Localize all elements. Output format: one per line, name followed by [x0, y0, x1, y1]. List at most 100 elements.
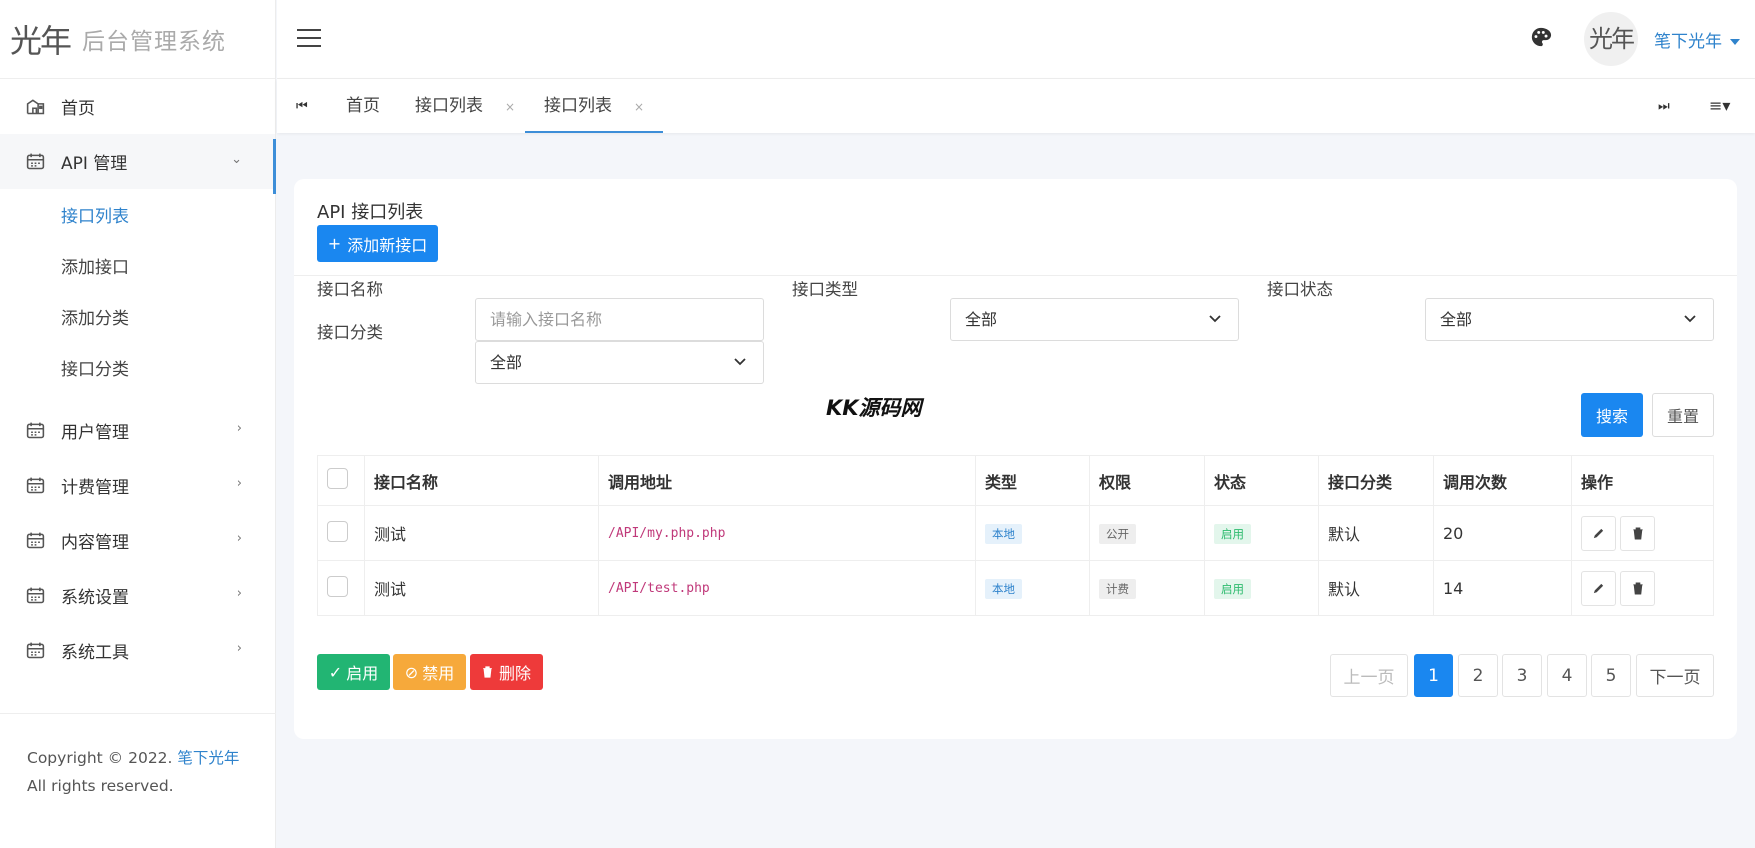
next-page-button[interactable]: 下一页 — [1636, 654, 1714, 697]
cell-status: 启用 — [1204, 560, 1319, 616]
sidebar-copyright: Copyright © 2022. 笔下光年 All rights reserv… — [0, 713, 276, 800]
tab-api-list-1[interactable]: 接口列表 × — [415, 79, 515, 133]
tab-label: 接口列表 — [415, 96, 483, 116]
sidebar-item-label: 计费管理 — [61, 478, 129, 498]
sidebar-item-label: 系统工具 — [61, 643, 129, 663]
row-checkbox[interactable] — [327, 520, 348, 542]
settings-icon — [26, 587, 45, 604]
tab-scroll-right-icon[interactable]: ⏭ — [1658, 99, 1670, 114]
tools-icon — [26, 642, 45, 659]
edit-button[interactable] — [1581, 515, 1616, 551]
prev-page-button[interactable]: 上一页 — [1330, 654, 1408, 697]
select-all-cell — [317, 455, 365, 506]
col-category: 接口分类 — [1318, 455, 1434, 506]
filter-name-label: 接口名称 — [317, 280, 383, 299]
search-button[interactable]: 搜索 — [1581, 393, 1643, 437]
menu-toggle-icon[interactable] — [297, 29, 321, 49]
chevron-right-icon: › — [236, 641, 242, 656]
copyright-link[interactable]: 笔下光年 — [177, 749, 239, 767]
sidebar-menu: 首页 API 管理 ⌄ 接口列表 添加接口 添加分类 接口分类 用户管理 › 计… — [0, 79, 276, 678]
chevron-right-icon: › — [236, 531, 242, 546]
bulk-delete-label: 删除 — [498, 664, 531, 683]
app-title: 后台管理系统 — [82, 29, 227, 55]
page-button-5[interactable]: 5 — [1591, 654, 1631, 697]
select-all-checkbox[interactable] — [327, 468, 348, 489]
billing-icon — [26, 477, 45, 494]
type-badge: 本地 — [985, 578, 1022, 599]
close-icon[interactable]: × — [634, 100, 644, 114]
logo[interactable]: 光年 后台管理系统 — [0, 0, 275, 79]
sidebar-subitem-add-api[interactable]: 添加接口 — [0, 240, 275, 291]
sidebar-item-settings[interactable]: 系统设置 › — [0, 568, 275, 623]
sidebar-item-label: 系统设置 — [61, 588, 129, 608]
tab-bar: ⏮ 首页 接口列表 × 接口列表 × ⏭ ≡▾ — [277, 79, 1755, 133]
copyright-prefix: Copyright © 2022. — [27, 749, 173, 767]
sidebar-subitem-api-list[interactable]: 接口列表 — [0, 189, 275, 240]
api-list-card: API 接口列表 + 添加新接口 接口名称 请输入接口名称 接口类型 全部 接口… — [294, 179, 1737, 739]
api-type-value: 全部 — [965, 310, 998, 329]
chevron-right-icon: › — [236, 421, 242, 436]
status-badge: 启用 — [1214, 523, 1251, 544]
page-button-1[interactable]: 1 — [1414, 654, 1453, 697]
delete-row-button[interactable] — [1620, 515, 1656, 551]
tab-api-list-2[interactable]: 接口列表 × — [525, 79, 664, 133]
chevron-right-icon: › — [236, 476, 242, 491]
api-type-select[interactable]: 全部 — [950, 298, 1239, 341]
api-category-select[interactable]: 全部 — [475, 341, 764, 384]
sidebar-subitem-add-category[interactable]: 添加分类 — [0, 291, 275, 342]
add-api-button[interactable]: + 添加新接口 — [317, 225, 438, 262]
sidebar-item-label: 用户管理 — [61, 423, 129, 443]
sidebar-item-billing[interactable]: 计费管理 › — [0, 458, 275, 513]
bulk-disable-button[interactable]: ⊘ 禁用 — [393, 654, 466, 690]
cell-url: /API/my.php.php — [598, 505, 976, 561]
api-name-input[interactable]: 请输入接口名称 — [475, 298, 764, 341]
tab-home[interactable]: 首页 — [346, 79, 380, 133]
chevron-down-icon — [1684, 315, 1696, 323]
reset-button[interactable]: 重置 — [1652, 393, 1714, 437]
content-icon — [26, 532, 45, 549]
api-status-value: 全部 — [1440, 310, 1473, 329]
tab-scroll-left-icon[interactable]: ⏮ — [296, 99, 308, 114]
cell-actions — [1571, 560, 1714, 616]
col-permission: 权限 — [1089, 455, 1205, 506]
cell-permission: 公开 — [1089, 505, 1205, 561]
page-button-4[interactable]: 4 — [1547, 654, 1587, 697]
palette-icon[interactable] — [1530, 26, 1552, 48]
chevron-right-icon: › — [236, 586, 242, 601]
filter-status-label: 接口状态 — [1267, 280, 1333, 299]
trash-icon — [483, 666, 492, 678]
chevron-down-icon — [1209, 315, 1221, 323]
sidebar-subitem-api-category[interactable]: 接口分类 — [0, 342, 275, 393]
close-icon[interactable]: × — [505, 100, 515, 114]
sidebar-item-tools[interactable]: 系统工具 › — [0, 623, 275, 678]
page-button-2[interactable]: 2 — [1458, 654, 1498, 697]
api-status-select[interactable]: 全部 — [1425, 298, 1714, 341]
row-checkbox[interactable] — [327, 575, 348, 597]
col-url: 调用地址 — [598, 455, 976, 506]
cell-status: 启用 — [1204, 505, 1319, 561]
sidebar-item-content[interactable]: 内容管理 › — [0, 513, 275, 568]
edit-button[interactable] — [1581, 570, 1616, 606]
cell-type: 本地 — [975, 560, 1090, 616]
col-type: 类型 — [975, 455, 1090, 506]
bulk-enable-button[interactable]: ✓ 启用 — [317, 654, 390, 690]
avatar[interactable]: 光年 — [1584, 12, 1638, 66]
sidebar-item-api[interactable]: API 管理 ⌄ — [0, 134, 276, 194]
delete-row-button[interactable] — [1620, 570, 1656, 606]
sidebar-item-home[interactable]: 首页 — [0, 79, 275, 134]
user-menu[interactable]: 笔下光年 — [1654, 27, 1740, 52]
permission-badge: 计费 — [1099, 578, 1136, 599]
pencil-icon — [1593, 583, 1604, 593]
col-actions: 操作 — [1571, 455, 1714, 506]
page-button-3[interactable]: 3 — [1502, 654, 1542, 697]
col-calls: 调用次数 — [1433, 455, 1572, 506]
tab-label: 接口列表 — [544, 96, 612, 116]
trash-icon — [1632, 581, 1643, 595]
row-select-cell — [317, 560, 365, 616]
sidebar-item-users[interactable]: 用户管理 › — [0, 403, 275, 458]
tab-menu-icon[interactable]: ≡▾ — [1709, 96, 1730, 115]
bulk-delete-button[interactable]: 删除 — [470, 654, 543, 690]
cell-calls: 14 — [1433, 560, 1572, 616]
trash-icon — [1632, 526, 1643, 540]
bulk-disable-label: 禁用 — [422, 664, 455, 683]
